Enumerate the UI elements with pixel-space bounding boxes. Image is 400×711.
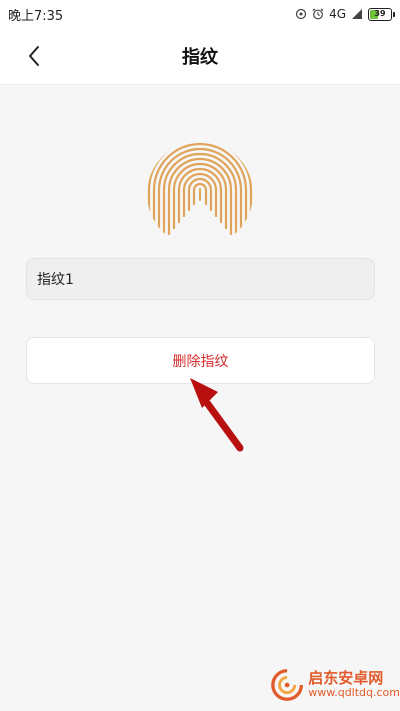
alarm-icon bbox=[312, 8, 324, 20]
status-icons: 4G 39 bbox=[295, 7, 395, 21]
fingerprint-icon bbox=[147, 141, 253, 247]
navigation-bar: 指纹 bbox=[0, 28, 400, 85]
network-type: 4G bbox=[329, 7, 346, 21]
chevron-left-icon bbox=[29, 46, 39, 66]
watermark-url: www.qdltdq.com bbox=[308, 686, 400, 700]
battery-level: 39 bbox=[374, 9, 386, 18]
status-bar: 晚上7:35 4G 39 bbox=[0, 0, 400, 28]
status-time: 晚上7:35 bbox=[8, 8, 64, 24]
page-title: 指纹 bbox=[182, 47, 218, 68]
watermark-name: 启东安卓网 bbox=[308, 669, 384, 688]
fingerprint-name-field[interactable]: 指纹1 bbox=[26, 258, 375, 300]
annotation-arrow-icon bbox=[190, 378, 244, 452]
site-logo-icon bbox=[271, 669, 304, 701]
signal-icon bbox=[352, 9, 362, 19]
site-watermark: 启东安卓网 www.qdltdq.com bbox=[270, 660, 400, 710]
back-button[interactable] bbox=[20, 42, 48, 70]
fingerprint-name: 指纹1 bbox=[37, 272, 74, 288]
battery-icon: 39 bbox=[368, 7, 395, 21]
wifi-calling-icon bbox=[295, 8, 307, 20]
